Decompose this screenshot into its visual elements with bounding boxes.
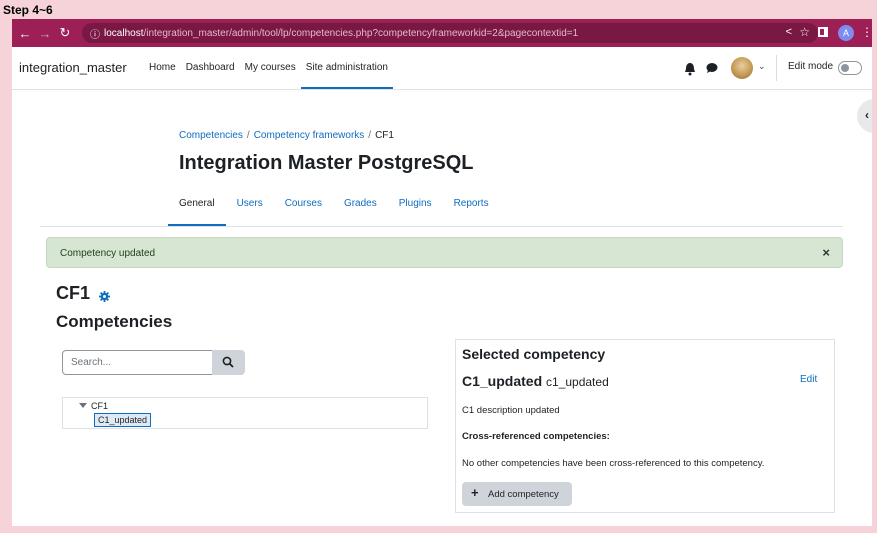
messages-chat-icon[interactable]	[706, 62, 718, 74]
reload-icon[interactable]: ↻	[55, 25, 75, 41]
site-navbar: integration_master Home Dashboard My cou…	[12, 47, 872, 90]
breadcrumb-current: CF1	[375, 130, 394, 141]
navbar-divider	[776, 55, 777, 81]
competency-name-row: C1_updated c1_updated	[462, 373, 609, 389]
breadcrumb-competency-frameworks[interactable]: Competency frameworks	[254, 130, 365, 141]
edit-competency-link[interactable]: Edit	[800, 374, 817, 385]
gear-icon[interactable]	[99, 291, 110, 302]
add-competency-label: Add competency	[488, 489, 559, 500]
tree-node-selected[interactable]: C1_updated	[94, 413, 152, 427]
step-label: Step 4~6	[3, 3, 53, 17]
cross-referenced-empty: No other competencies have been cross-re…	[462, 458, 765, 469]
toggle-knob	[841, 64, 849, 72]
tab-general[interactable]: General	[168, 192, 226, 226]
tree-root-node[interactable]: CF1	[91, 401, 108, 411]
cross-referenced-heading: Cross-referenced competencies:	[462, 431, 610, 442]
edit-mode-label: Edit mode	[788, 61, 834, 72]
tabs-divider	[40, 226, 843, 227]
url-path: /integration_master/admin/tool/lp/compet…	[143, 27, 579, 39]
breadcrumb-competencies[interactable]: Competencies	[179, 130, 243, 141]
competency-search	[62, 350, 245, 375]
plus-icon: +	[471, 485, 479, 500]
breadcrumb-separator: /	[246, 130, 250, 141]
tab-plugins[interactable]: Plugins	[388, 192, 443, 226]
chevron-left-icon: ‹	[865, 108, 869, 122]
url-host: localhost	[104, 27, 144, 39]
tab-users[interactable]: Users	[226, 192, 274, 226]
primary-navigation: Home Dashboard My courses Site administr…	[144, 47, 394, 89]
competency-shortname: C1_updated	[462, 373, 543, 389]
back-icon[interactable]: ←	[15, 26, 35, 41]
browser-window: ← → ↻ ⓘ localhost/integration_master/adm…	[12, 19, 872, 526]
tab-grades[interactable]: Grades	[333, 192, 388, 226]
user-avatar[interactable]	[731, 57, 753, 79]
competency-idnumber: c1_updated	[546, 375, 609, 389]
search-icon	[222, 356, 234, 368]
nav-dashboard[interactable]: Dashboard	[181, 47, 240, 89]
competency-description: C1 description updated	[462, 405, 560, 416]
selected-competency-title: Selected competency	[462, 346, 606, 362]
tab-reports[interactable]: Reports	[443, 192, 500, 226]
secondary-navigation: General Users Courses Grades Plugins Rep…	[168, 192, 500, 226]
breadcrumb-separator: /	[368, 130, 372, 141]
framework-heading: CF1	[56, 283, 91, 303]
user-menu-chevron-down-icon[interactable]: ⌄	[758, 61, 766, 72]
tree-expand-caret-icon[interactable]	[79, 403, 87, 408]
open-drawer-button[interactable]: ‹	[857, 99, 872, 133]
breadcrumb: Competencies / Competency frameworks / C…	[179, 130, 394, 141]
search-button[interactable]	[212, 350, 245, 375]
bookmark-star-icon[interactable]: ☆	[799, 25, 810, 39]
share-icon[interactable]: <	[786, 26, 792, 38]
browser-toolbar: ← → ↻ ⓘ localhost/integration_master/adm…	[12, 19, 872, 47]
browser-menu-icon[interactable]: ⋮	[861, 25, 872, 39]
nav-home[interactable]: Home	[144, 47, 181, 89]
search-input[interactable]	[62, 350, 213, 375]
success-alert: Competency updated ×	[46, 237, 843, 268]
address-bar[interactable]: ⓘ localhost/integration_master/admin/too…	[82, 23, 818, 43]
alert-message: Competency updated	[60, 248, 156, 259]
competency-tree: CF1 C1_updated	[62, 397, 428, 429]
browser-profile-avatar[interactable]: A	[838, 25, 854, 41]
tab-courses[interactable]: Courses	[274, 192, 333, 226]
competencies-heading: Competencies	[56, 312, 173, 331]
selected-competency-panel: Selected competency C1_updated c1_update…	[455, 339, 835, 513]
page-title: Integration Master PostgreSQL	[179, 152, 474, 174]
alert-close-icon[interactable]: ×	[822, 245, 830, 260]
nav-site-administration[interactable]: Site administration	[300, 47, 394, 89]
add-competency-button[interactable]: + Add competency	[462, 482, 572, 506]
forward-icon[interactable]: →	[35, 26, 55, 41]
site-info-icon[interactable]: ⓘ	[90, 26, 104, 41]
site-brand[interactable]: integration_master	[19, 60, 127, 75]
notifications-bell-icon[interactable]	[684, 62, 696, 76]
nav-my-courses[interactable]: My courses	[240, 47, 301, 89]
edit-mode-toggle[interactable]	[838, 61, 862, 75]
side-panel-icon[interactable]	[818, 27, 828, 37]
